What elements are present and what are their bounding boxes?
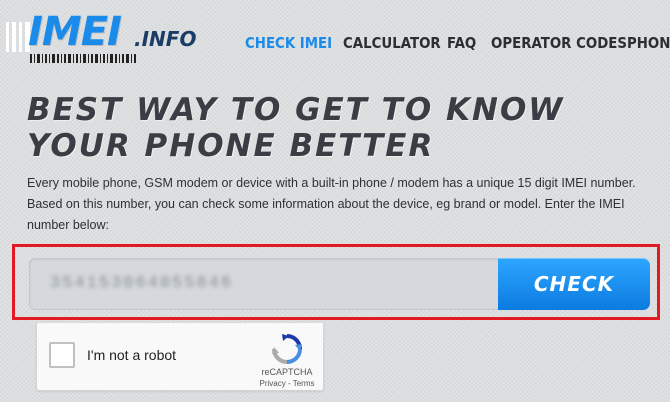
logo-tld-text: .INFO (134, 27, 197, 51)
nav-faq[interactable]: FAQ (447, 34, 494, 53)
imei-value: 354153064055846 (50, 274, 234, 293)
recaptcha-privacy-terms[interactable]: Privacy - Terms (247, 379, 327, 388)
recaptcha-brand: reCAPTCHA (261, 367, 313, 377)
recaptcha-widget: I'm not a robot reCAPTCHA Privacy - Term… (36, 323, 324, 391)
nav-phones-label[interactable]: PHON (627, 34, 670, 52)
recaptcha-icon (272, 334, 302, 364)
site-logo[interactable]: IMEI .INFO (6, 8, 196, 64)
nav-calculator-label[interactable]: CALCULATOR (343, 34, 441, 52)
nav-check-imei-label[interactable]: CHECK IMEI (245, 34, 332, 52)
intro-text: Every mobile phone, GSM modem or device … (27, 176, 636, 232)
nav-faq-label[interactable]: FAQ (447, 34, 476, 52)
headline-line-2: YOUR PHONE BETTER (27, 128, 435, 164)
logo-barcode (30, 54, 140, 63)
nav-operator-codes-label[interactable]: OPERATOR CODES (491, 34, 627, 52)
check-button[interactable]: CHECK (498, 258, 650, 310)
logo-imei-text: IMEI (28, 9, 122, 55)
recaptcha-label: I'm not a robot (87, 347, 177, 363)
recaptcha-checkbox[interactable] (49, 342, 75, 368)
headline-line-1: BEST WAY TO GET TO KNOW (27, 92, 565, 128)
page-headline: BEST WAY TO GET TO KNOW YOUR PHONE BETTE… (27, 92, 667, 164)
nav-phones[interactable]: PHON (627, 34, 670, 53)
imei-input[interactable]: 354153064055846 (29, 258, 509, 310)
